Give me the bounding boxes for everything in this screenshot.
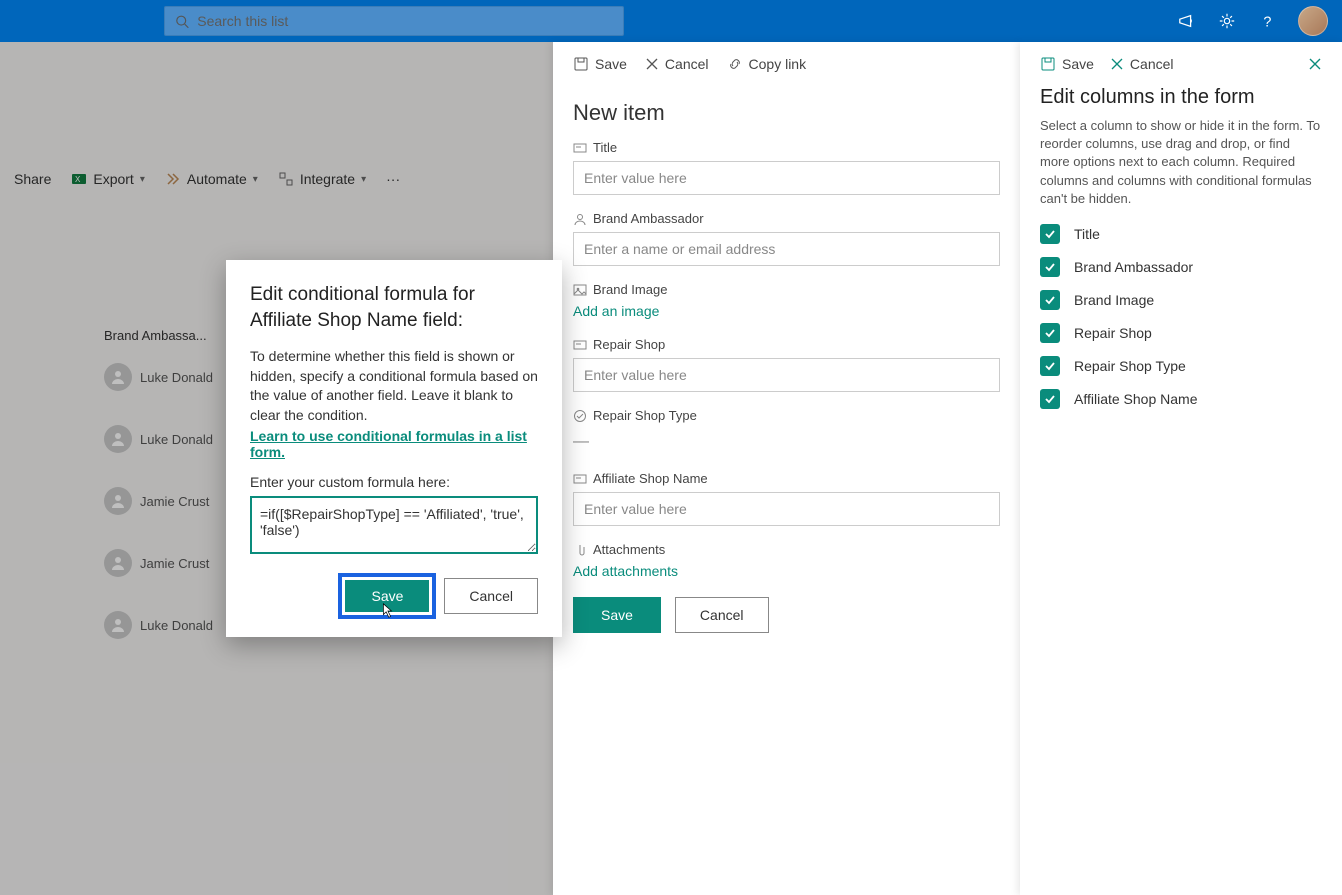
field-label-affiliate: Affiliate Shop Name: [593, 471, 708, 486]
field-label-ambassador: Brand Ambassador: [593, 211, 704, 226]
checkbox-checked-icon[interactable]: [1040, 290, 1060, 310]
checkbox-checked-icon[interactable]: [1040, 323, 1060, 343]
megaphone-icon[interactable]: [1178, 12, 1196, 30]
gear-icon[interactable]: [1218, 12, 1236, 30]
dialog-description: To determine whether this field is shown…: [250, 347, 538, 425]
choice-icon: [573, 409, 587, 423]
avatar[interactable]: [1298, 6, 1328, 36]
formula-textarea[interactable]: =if([$RepairShopType] == 'Affiliated', '…: [250, 496, 538, 554]
close-icon: [645, 57, 659, 71]
form-command-bar: Save Cancel Copy link: [573, 52, 1000, 82]
field-label-title: Title: [593, 140, 617, 155]
field-label-shop: Repair Shop: [593, 337, 665, 352]
ambassador-input[interactable]: [573, 232, 1000, 266]
formula-label: Enter your custom formula here:: [250, 474, 538, 490]
dialog-save-button[interactable]: Save: [345, 580, 429, 612]
field-label-attachments: Attachments: [593, 542, 665, 557]
field-label-shoptype: Repair Shop Type: [593, 408, 697, 423]
image-icon: [573, 283, 587, 297]
checkbox-checked-icon[interactable]: [1040, 356, 1060, 376]
column-item-shop[interactable]: Repair Shop: [1040, 323, 1322, 343]
close-panel-button[interactable]: [1308, 57, 1322, 71]
search-box[interactable]: [164, 6, 624, 36]
tutorial-highlight: Save: [338, 573, 436, 619]
edit-columns-panel: Save Cancel Edit columns in the form Sel…: [1020, 42, 1342, 895]
columns-panel-desc: Select a column to show or hide it in th…: [1040, 117, 1322, 208]
checkbox-checked-icon[interactable]: [1040, 389, 1060, 409]
dialog-title: Edit conditional formula for Affiliate S…: [250, 282, 538, 333]
form-cancel-button[interactable]: Cancel: [645, 56, 709, 72]
close-icon: [1308, 57, 1322, 71]
repair-shop-type-value[interactable]: —: [573, 429, 1000, 455]
form-cancel-button[interactable]: Cancel: [675, 597, 769, 633]
field-label-image: Brand Image: [593, 282, 667, 297]
columns-panel-title: Edit columns in the form: [1040, 86, 1322, 109]
attachment-icon: [573, 543, 587, 557]
repair-shop-input[interactable]: [573, 358, 1000, 392]
save-icon: [573, 56, 589, 72]
column-item-ambassador[interactable]: Brand Ambassador: [1040, 257, 1322, 277]
suite-header-right: ?: [1178, 6, 1328, 36]
cursor-icon: [378, 602, 396, 620]
text-icon: [573, 338, 587, 352]
link-icon: [727, 56, 743, 72]
checkbox-checked-icon[interactable]: [1040, 224, 1060, 244]
save-icon: [1040, 56, 1056, 72]
checkbox-checked-icon[interactable]: [1040, 257, 1060, 277]
close-icon: [1110, 57, 1124, 71]
form-save-button[interactable]: Save: [573, 56, 627, 72]
suite-header: ?: [0, 0, 1342, 42]
text-icon: [573, 141, 587, 155]
form-title: New item: [573, 100, 1000, 126]
learn-more-link[interactable]: Learn to use conditional formulas in a l…: [250, 428, 538, 460]
new-item-form-panel: Save Cancel Copy link New item Title Bra…: [553, 42, 1020, 895]
columns-save-button[interactable]: Save: [1040, 56, 1094, 72]
text-icon: [573, 472, 587, 486]
copy-link-button[interactable]: Copy link: [727, 56, 807, 72]
column-item-title[interactable]: Title: [1040, 224, 1322, 244]
add-image-link[interactable]: Add an image: [573, 303, 659, 319]
dialog-cancel-button[interactable]: Cancel: [444, 578, 538, 614]
svg-text:?: ?: [1263, 14, 1271, 30]
form-save-button[interactable]: Save: [573, 597, 661, 633]
column-item-shoptype[interactable]: Repair Shop Type: [1040, 356, 1322, 376]
title-input[interactable]: [573, 161, 1000, 195]
search-input[interactable]: [197, 13, 613, 29]
columns-cancel-button[interactable]: Cancel: [1110, 56, 1174, 72]
column-item-affiliate[interactable]: Affiliate Shop Name: [1040, 389, 1322, 409]
conditional-formula-dialog: Edit conditional formula for Affiliate S…: [226, 260, 562, 637]
person-icon: [573, 212, 587, 226]
column-item-image[interactable]: Brand Image: [1040, 290, 1322, 310]
add-attachments-link[interactable]: Add attachments: [573, 563, 678, 579]
help-icon[interactable]: ?: [1258, 12, 1276, 30]
columns-list: Title Brand Ambassador Brand Image Repai…: [1040, 224, 1322, 409]
affiliate-shop-input[interactable]: [573, 492, 1000, 526]
search-icon: [175, 14, 189, 29]
